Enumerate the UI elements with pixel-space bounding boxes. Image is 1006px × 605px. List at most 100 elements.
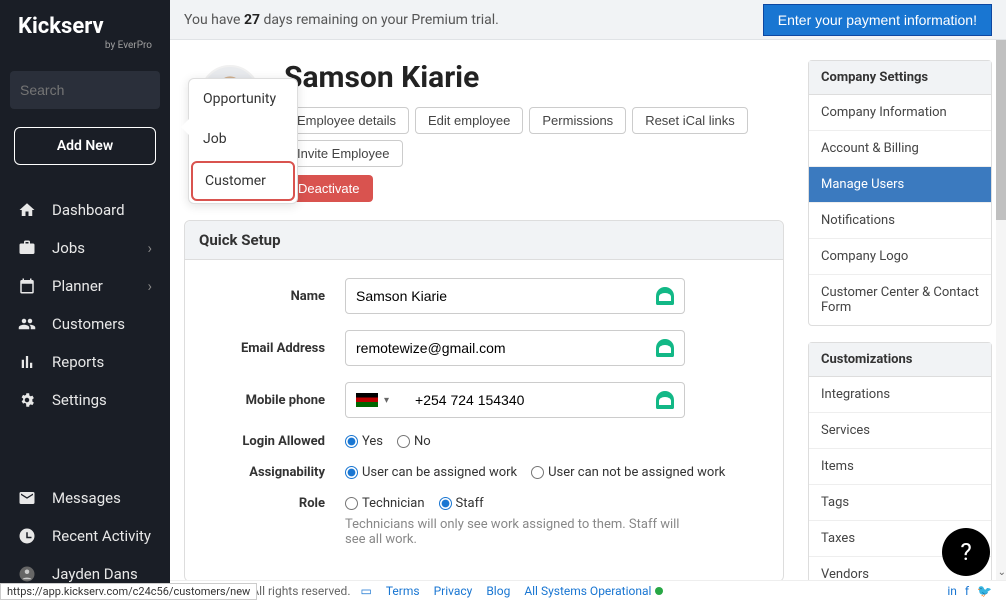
sidebar-item-integrations[interactable]: Integrations xyxy=(809,377,991,413)
invite-employee-button[interactable]: Invite Employee xyxy=(284,140,403,167)
footer-status-link[interactable]: All Systems Operational xyxy=(524,584,651,598)
brand-subtitle: by EverPro xyxy=(18,40,152,51)
role-technician-radio[interactable]: Technician xyxy=(345,496,425,511)
sidebar-item-manage-users[interactable]: Manage Users xyxy=(809,167,991,203)
page-title: Samson Kiarie xyxy=(284,60,784,95)
reset-ical-button[interactable]: Reset iCal links xyxy=(632,107,748,134)
popover-job[interactable]: Job xyxy=(189,119,297,159)
country-flag-icon[interactable] xyxy=(356,393,378,407)
nav-settings[interactable]: Settings xyxy=(0,381,170,419)
mobile-label: Mobile phone xyxy=(205,393,345,408)
name-label: Name xyxy=(205,289,345,304)
footer-privacy-link[interactable]: Privacy xyxy=(434,584,473,598)
add-new-button[interactable]: Add New xyxy=(14,127,156,165)
mobile-input[interactable] xyxy=(395,392,650,408)
people-icon xyxy=(18,315,38,333)
nav-label: Dashboard xyxy=(52,201,125,219)
sidebar-item-notifications[interactable]: Notifications xyxy=(809,203,991,239)
topbar: You have 27 days remaining on your Premi… xyxy=(170,0,1006,40)
edit-employee-button[interactable]: Edit employee xyxy=(415,107,523,134)
avatar-icon xyxy=(18,565,38,583)
name-input[interactable] xyxy=(356,288,650,304)
gear-icon xyxy=(18,391,38,409)
verified-icon xyxy=(656,287,674,305)
company-settings-panel: Company Settings Company Information Acc… xyxy=(808,60,992,326)
employee-details-button[interactable]: Employee details xyxy=(284,107,409,134)
nav-label: Customers xyxy=(52,315,125,333)
trial-message: You have 27 days remaining on your Premi… xyxy=(184,12,499,28)
customizations-header: Customizations xyxy=(809,343,991,377)
popover-customer[interactable]: Customer xyxy=(191,161,295,201)
nav-label: Planner xyxy=(52,277,103,295)
role-staff-radio[interactable]: Staff xyxy=(439,496,484,511)
nav-label: Jayden Dans xyxy=(52,565,138,583)
action-buttons: Employee details Edit employee Permissio… xyxy=(284,107,784,167)
sidebar: Kickserv by EverPro Add New Dashboard Jo… xyxy=(0,0,170,600)
mobile-input-wrapper[interactable]: ▾ xyxy=(345,382,685,418)
login-no-radio[interactable]: No xyxy=(397,434,431,449)
chevron-right-icon: › xyxy=(147,239,152,257)
nav-jobs[interactable]: Jobs › xyxy=(0,229,170,267)
chevron-right-icon: › xyxy=(147,277,152,295)
nav-messages[interactable]: Messages xyxy=(0,479,170,517)
brand-logo[interactable]: Kickserv by EverPro xyxy=(0,0,170,59)
sidebar-item-services[interactable]: Services xyxy=(809,413,991,449)
home-icon xyxy=(18,201,38,219)
sidebar-item-company-logo[interactable]: Company Logo xyxy=(809,239,991,275)
sidebar-item-account-billing[interactable]: Account & Billing xyxy=(809,131,991,167)
chevron-down-icon[interactable]: ▾ xyxy=(384,395,389,406)
nav-reports[interactable]: Reports xyxy=(0,343,170,381)
nav-customers[interactable]: Customers xyxy=(0,305,170,343)
card-icon: ▭ xyxy=(360,584,371,598)
clock-icon xyxy=(18,527,38,545)
assign-yes-radio[interactable]: User can be assigned work xyxy=(345,465,517,480)
email-label: Email Address xyxy=(205,341,345,356)
status-bar-url: https://app.kickserv.com/c24c56/customer… xyxy=(0,583,257,600)
email-input-wrapper[interactable] xyxy=(345,330,685,366)
quick-setup-header: Quick Setup xyxy=(185,221,783,260)
enter-payment-button[interactable]: Enter your payment information! xyxy=(763,4,992,36)
facebook-icon[interactable]: f xyxy=(965,584,969,598)
verified-icon xyxy=(656,391,674,409)
search-input-container[interactable] xyxy=(10,71,160,109)
assignability-label: Assignability xyxy=(205,465,345,480)
company-settings-header: Company Settings xyxy=(809,61,991,95)
nav-label: Recent Activity xyxy=(52,527,151,545)
sidebar-item-customer-center[interactable]: Customer Center & Contact Form xyxy=(809,275,991,325)
popover-opportunity[interactable]: Opportunity xyxy=(189,79,297,119)
envelope-icon xyxy=(18,489,38,507)
brand-name: Kickserv xyxy=(18,16,152,38)
quick-setup-panel: Quick Setup Name Email Address xyxy=(184,220,784,580)
verified-icon xyxy=(656,339,674,357)
nav-label: Messages xyxy=(52,489,121,507)
footer-blog-link[interactable]: Blog xyxy=(486,584,510,598)
nav-label: Settings xyxy=(52,391,107,409)
footer-terms-link[interactable]: Terms xyxy=(386,584,420,598)
sidebar-item-items[interactable]: Items xyxy=(809,449,991,485)
twitter-icon[interactable]: 🐦 xyxy=(977,584,992,598)
sidebar-item-tags[interactable]: Tags xyxy=(809,485,991,521)
social-links: in f 🐦 xyxy=(947,584,992,598)
calendar-icon xyxy=(18,277,38,295)
linkedin-icon[interactable]: in xyxy=(947,584,957,598)
nav-list: Dashboard Jobs › Planner › Customers Rep… xyxy=(0,179,170,605)
email-input[interactable] xyxy=(356,340,650,356)
nav-planner[interactable]: Planner › xyxy=(0,267,170,305)
nav-label: Jobs xyxy=(52,239,85,257)
footer: 25 Kickserv. All rights reserved. ▭ Term… xyxy=(170,580,1006,600)
role-label: Role xyxy=(205,496,345,511)
role-hint: Technicians will only see work assigned … xyxy=(345,517,685,547)
nav-label: Reports xyxy=(52,353,104,371)
assign-no-radio[interactable]: User can not be assigned work xyxy=(531,465,725,480)
permissions-button[interactable]: Permissions xyxy=(529,107,626,134)
add-new-popover: Opportunity Job Customer xyxy=(188,78,298,204)
status-dot-icon xyxy=(655,587,663,595)
chart-icon xyxy=(18,353,38,371)
name-input-wrapper[interactable] xyxy=(345,278,685,314)
nav-dashboard[interactable]: Dashboard xyxy=(0,191,170,229)
nav-recent-activity[interactable]: Recent Activity xyxy=(0,517,170,555)
help-button[interactable]: ? xyxy=(942,528,990,576)
sidebar-item-company-info[interactable]: Company Information xyxy=(809,95,991,131)
login-allowed-label: Login Allowed xyxy=(205,434,345,449)
login-yes-radio[interactable]: Yes xyxy=(345,434,383,449)
